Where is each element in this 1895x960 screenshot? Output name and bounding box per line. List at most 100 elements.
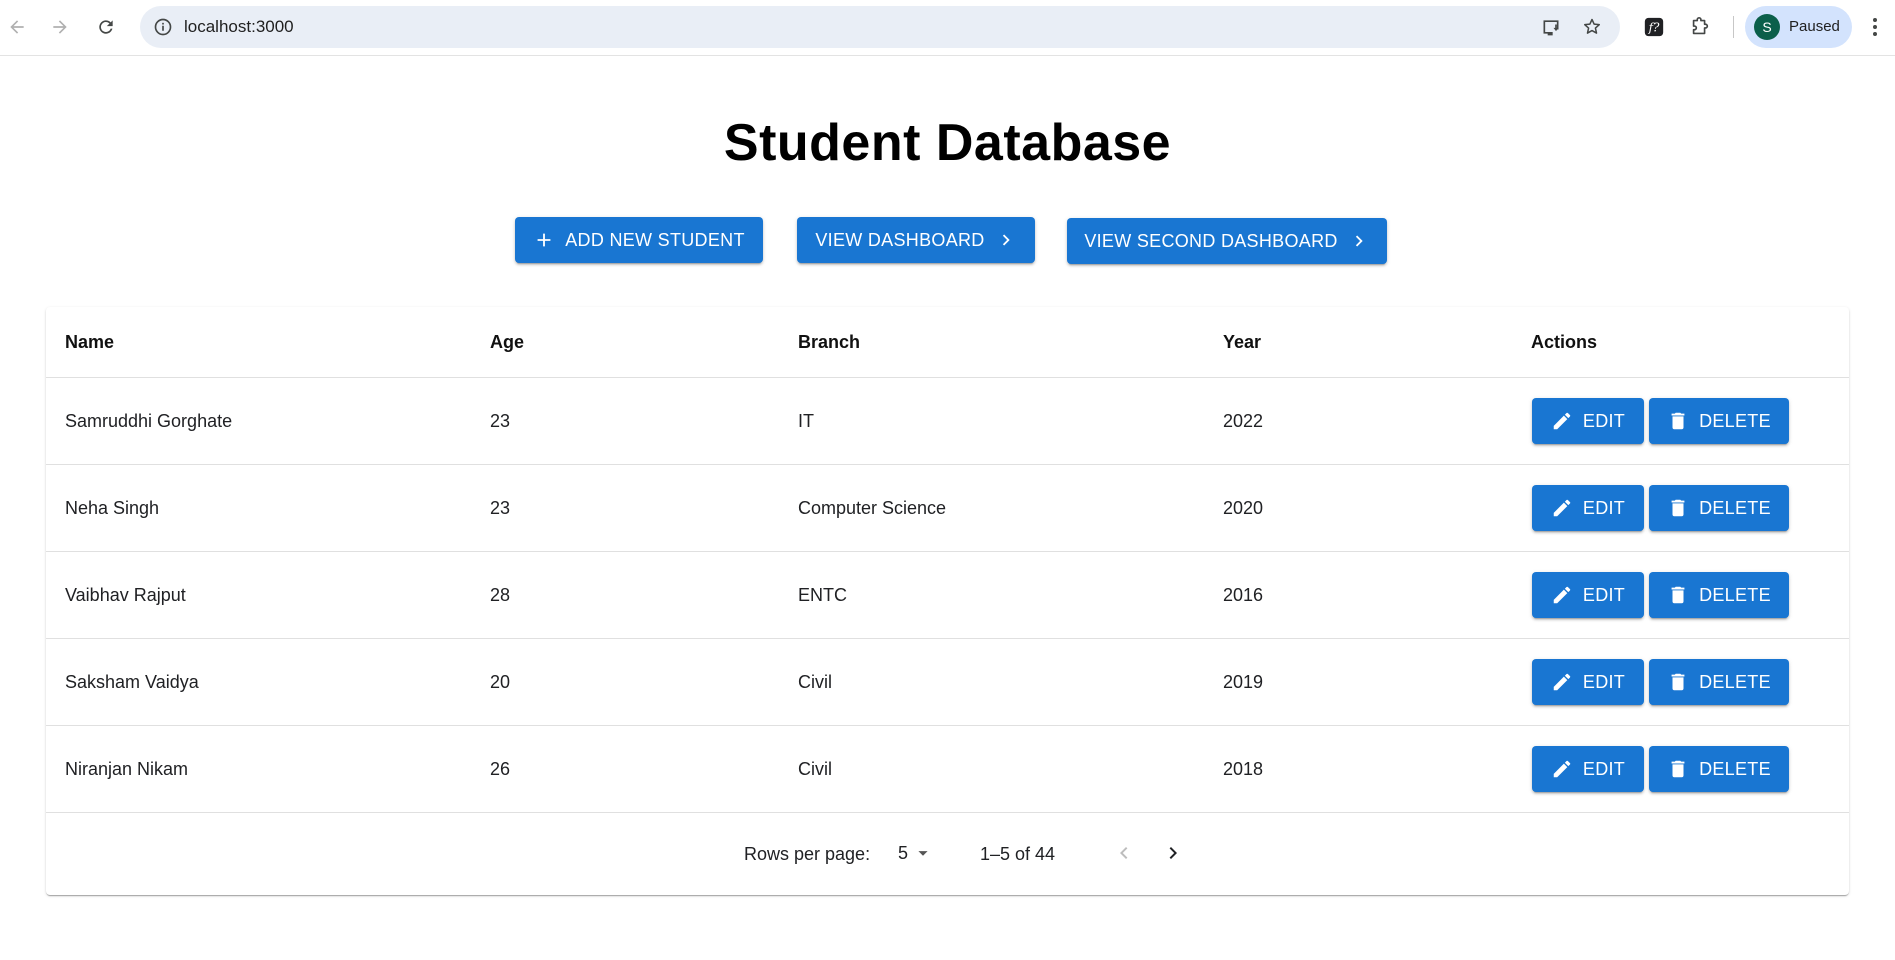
address-bar[interactable]: localhost:3000 [140,6,1620,48]
student-name: Saksham Vaidya [65,672,199,692]
page-title: Student Database [723,114,1172,172]
table-row: Neha Singh 23 Computer Science 2020 EDIT… [46,465,1849,552]
column-header-name[interactable]: Name [65,332,114,353]
more-menu-icon[interactable] [1868,14,1882,40]
table-header-row: Name Age Branch Year Actions [46,307,1849,378]
site-info-button[interactable] [150,14,176,40]
students-table: Name Age Branch Year Actions Samruddhi G… [46,307,1849,895]
browser-toolbar: localhost:3000 f? S Paused [0,0,1895,56]
column-header-actions: Actions [1531,332,1598,352]
plus-icon [537,233,551,247]
install-app-button[interactable] [1538,14,1564,40]
install-app-icon [1543,20,1559,36]
student-name: Samruddhi Gorghate [65,411,233,431]
edit-label: EDIT [1582,497,1626,518]
table-pagination: Rows per page: 5 1–5 of 44 [46,811,1849,895]
student-branch: Civil [798,672,832,692]
column-header-age[interactable]: Age [490,332,524,353]
student-branch: IT [798,411,814,431]
trash-icon [1671,586,1685,604]
column-header-year[interactable]: Year [1223,332,1261,353]
delete-button[interactable]: DELETE [1649,746,1789,792]
forward-button[interactable] [43,10,77,44]
rows-per-page-label: Rows per page: [744,844,871,864]
table-row: Samruddhi Gorghate 23 IT 2022 EDIT DELET… [46,378,1849,465]
view-dashboard-button[interactable]: VIEW DASHBOARD [797,217,1035,263]
student-age: 20 [490,672,511,692]
chevron-right-icon [1355,235,1363,247]
back-button[interactable] [0,10,34,44]
student-year: 2018 [1223,759,1264,779]
student-branch: ENTC [798,585,847,605]
view-second-dashboard-label: VIEW SECOND DASHBOARD [1084,230,1338,251]
url-text[interactable]: localhost:3000 [184,17,294,37]
trash-icon [1671,499,1685,517]
pencil-icon [1553,412,1571,430]
delete-button[interactable]: DELETE [1649,572,1789,618]
toolbar-divider [1733,16,1734,38]
site-info-icon [154,18,172,36]
reload-icon [99,20,113,34]
bookmark-star-icon [1584,18,1600,34]
dropdown-arrow-icon [918,851,928,856]
pencil-icon [1553,760,1571,778]
chevron-right-icon [1169,847,1177,859]
student-year: 2020 [1223,498,1264,518]
table-row: Vaibhav Rajput 28 ENTC 2016 EDIT DELETE [46,552,1849,639]
edit-button[interactable]: EDIT [1532,746,1644,792]
student-branch: Computer Science [798,498,947,518]
table-row: Niranjan Nikam 26 Civil 2018 EDIT DELETE [46,726,1849,813]
chevron-left-icon [1120,847,1128,859]
table-row: Saksham Vaidya 20 Civil 2019 EDIT DELETE [46,639,1849,726]
student-branch: Civil [798,759,832,779]
avatar: S [1754,14,1780,40]
edit-button[interactable]: EDIT [1532,659,1644,705]
student-age: 23 [490,498,511,518]
student-name: Niranjan Nikam [65,759,189,779]
student-name: Vaibhav Rajput [65,585,186,605]
view-second-dashboard-button[interactable]: VIEW SECOND DASHBOARD [1067,218,1387,264]
trash-icon [1671,760,1685,778]
trash-icon [1671,412,1685,430]
extensions-puzzle-icon [1692,17,1709,35]
formula-extension-button[interactable]: f? [1640,13,1668,41]
pencil-icon [1553,673,1571,691]
edit-button[interactable]: EDIT [1532,485,1644,531]
edit-button[interactable]: EDIT [1532,572,1644,618]
view-dashboard-label: VIEW DASHBOARD [815,229,985,250]
student-year: 2019 [1223,672,1264,692]
student-year: 2016 [1223,585,1264,605]
bookmark-button[interactable] [1579,14,1605,40]
student-age: 26 [490,759,511,779]
student-name: Neha Singh [65,498,160,518]
delete-label: DELETE [1699,497,1771,518]
add-new-student-button[interactable]: ADD NEW STUDENT [515,217,763,263]
pagination-range: 1–5 of 44 [980,844,1056,864]
profile-status: Paused [1789,18,1840,35]
rows-per-page-select[interactable]: 5 [898,837,934,869]
edit-label: EDIT [1582,758,1626,779]
chevron-right-icon [1002,234,1010,246]
student-year: 2022 [1223,411,1264,431]
column-header-branch[interactable]: Branch [798,332,860,353]
back-icon [10,20,24,34]
delete-button[interactable]: DELETE [1649,485,1789,531]
pencil-icon [1553,586,1571,604]
profile-chip[interactable]: S Paused [1745,6,1852,48]
delete-label: DELETE [1699,410,1771,431]
svg-text:f?: f? [1648,21,1660,35]
next-page-button[interactable] [1153,833,1193,873]
previous-page-button[interactable] [1104,833,1144,873]
rows-per-page-value: 5 [898,842,909,863]
delete-label: DELETE [1699,671,1771,692]
delete-button[interactable]: DELETE [1649,659,1789,705]
reload-button[interactable] [89,10,123,44]
edit-button[interactable]: EDIT [1532,398,1644,444]
delete-label: DELETE [1699,758,1771,779]
delete-button[interactable]: DELETE [1649,398,1789,444]
trash-icon [1671,673,1685,691]
extensions-button[interactable] [1686,13,1714,41]
edit-label: EDIT [1582,671,1626,692]
edit-label: EDIT [1582,410,1626,431]
edit-label: EDIT [1582,584,1626,605]
